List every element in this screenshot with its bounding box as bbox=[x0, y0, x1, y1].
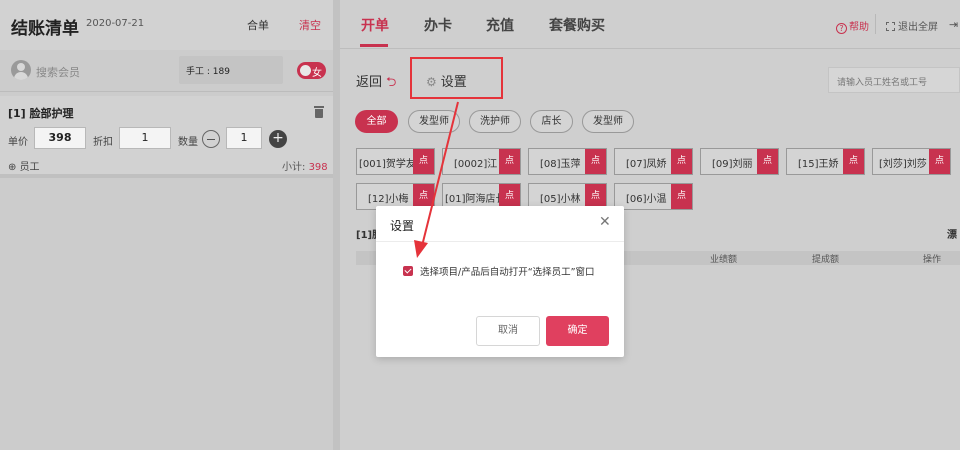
dialog-title: 设置 bbox=[390, 219, 415, 233]
staff-name: [0002]江 bbox=[454, 159, 498, 170]
checkout-header: 结账清单 2020-07-21 合单 清空 bbox=[0, 0, 333, 50]
toggle-knob-icon bbox=[300, 65, 311, 76]
staff-chip[interactable]: [07]凤娇点 bbox=[614, 148, 693, 175]
staff-pick-button[interactable]: 点 bbox=[843, 149, 864, 174]
gender-label: 女 bbox=[312, 68, 322, 79]
cancel-button[interactable]: 取消 bbox=[476, 316, 540, 346]
increase-quantity-button[interactable]: + bbox=[269, 130, 287, 148]
filter-stylist-2[interactable]: 发型师 bbox=[582, 110, 634, 133]
quantity-label: 数量 bbox=[178, 137, 198, 148]
tab-recharge[interactable]: 充值 bbox=[486, 15, 514, 35]
staff-name: [15]王娇 bbox=[798, 159, 839, 170]
order-item-card: [1] 脸部护理 单价 398 折扣 1 数量 1 + ⊕ 员工 小计: 398 bbox=[0, 96, 333, 178]
tab-package[interactable]: 套餐购买 bbox=[549, 15, 605, 35]
active-tab-indicator bbox=[360, 44, 388, 47]
tab-open-order[interactable]: 开单 bbox=[361, 15, 389, 35]
staff-pick-button[interactable]: 点 bbox=[413, 149, 434, 174]
column-action: 操作 bbox=[923, 255, 942, 265]
member-search-input[interactable]: 搜索会员 bbox=[36, 64, 80, 80]
arrow-right-icon[interactable]: ⇥ bbox=[949, 18, 958, 31]
staff-name: [01]阿海店长 bbox=[445, 194, 506, 205]
subtotal: 小计: 398 bbox=[282, 158, 328, 173]
filter-washer[interactable]: 洗护师 bbox=[469, 110, 521, 133]
staff-name: [001]贺学友 bbox=[359, 159, 416, 170]
staff-pick-button[interactable]: 点 bbox=[757, 149, 778, 174]
settings-dialog: 设置 ✕ 选择项目/产品后自动打开“选择员工”窗口 取消 确定 bbox=[376, 206, 624, 357]
checkout-panel: 结账清单 2020-07-21 合单 清空 搜索会员 手工 : 189 女 [1… bbox=[0, 0, 333, 450]
merge-order-button[interactable]: 合单 bbox=[247, 17, 269, 33]
help-label: 帮助 bbox=[849, 22, 869, 33]
staff-pick-button[interactable]: 点 bbox=[671, 184, 692, 209]
column-performance: 业绩额 bbox=[710, 255, 738, 265]
dialog-divider bbox=[376, 241, 624, 242]
trash-icon[interactable] bbox=[314, 106, 324, 118]
column-commission: 提成额 bbox=[812, 255, 840, 265]
question-icon: ? bbox=[836, 23, 847, 34]
staff-chip[interactable]: [09]刘丽点 bbox=[700, 148, 779, 175]
tab-card[interactable]: 办卡 bbox=[424, 15, 452, 35]
staff-name: [06]小温 bbox=[626, 194, 667, 205]
return-arrow-icon: ⮌ bbox=[386, 75, 397, 90]
staff-name: [07]凤娇 bbox=[626, 159, 667, 170]
panel-divider bbox=[333, 0, 340, 450]
auto-open-staff-label: 选择项目/产品后自动打开“选择员工”窗口 bbox=[420, 267, 595, 278]
staff-code-text: 手工 : 189 bbox=[186, 67, 230, 77]
annotation-highlight-box bbox=[410, 57, 503, 99]
staff-pick-button[interactable]: 点 bbox=[585, 149, 606, 174]
staff-name: [刘莎]刘莎 bbox=[879, 159, 927, 170]
staff-chip[interactable]: [刘莎]刘莎点 bbox=[872, 148, 951, 175]
member-row: 搜索会员 手工 : 189 女 bbox=[0, 50, 333, 92]
staff-pick-button[interactable]: 点 bbox=[671, 149, 692, 174]
auto-open-staff-checkbox[interactable] bbox=[403, 266, 413, 276]
fullscreen-icon bbox=[886, 22, 895, 31]
exit-fullscreen-button[interactable]: 退出全屏 bbox=[886, 18, 938, 33]
back-label: 返回 bbox=[356, 75, 383, 90]
close-icon[interactable]: ✕ bbox=[599, 214, 611, 230]
checkout-date: 2020-07-21 bbox=[86, 18, 145, 29]
staff-name: [08]玉萍 bbox=[540, 159, 581, 170]
staff-code-field[interactable]: 手工 : 189 bbox=[179, 56, 283, 84]
decrease-quantity-button[interactable] bbox=[202, 130, 220, 148]
staff-search-input[interactable]: 请输入员工姓名或工号 bbox=[828, 67, 960, 93]
top-nav: 开单 办卡 充值 套餐购买 ? 帮助 退出全屏 ⇥ bbox=[340, 0, 960, 49]
filter-stylist[interactable]: 发型师 bbox=[408, 110, 460, 133]
help-button[interactable]: ? 帮助 bbox=[836, 18, 869, 34]
staff-chip[interactable]: [15]王娇点 bbox=[786, 148, 865, 175]
add-staff-label: 员工 bbox=[19, 162, 40, 173]
staff-pick-button[interactable]: 点 bbox=[929, 149, 950, 174]
member-avatar-icon bbox=[11, 60, 31, 80]
filter-all[interactable]: 全部 bbox=[355, 110, 398, 133]
clear-button[interactable]: 清空 bbox=[299, 17, 321, 33]
filter-manager[interactable]: 店长 bbox=[530, 110, 573, 133]
staff-pick-button[interactable]: 点 bbox=[499, 149, 520, 174]
exit-fullscreen-label: 退出全屏 bbox=[898, 22, 938, 33]
staff-name: [09]刘丽 bbox=[712, 159, 753, 170]
gender-toggle[interactable]: 女 bbox=[297, 62, 326, 79]
staff-chip[interactable]: [0002]江点 bbox=[442, 148, 521, 175]
quantity-input[interactable]: 1 bbox=[226, 127, 262, 149]
discount-label: 折扣 bbox=[93, 137, 113, 148]
staff-chip[interactable]: [06]小温点 bbox=[614, 183, 693, 210]
edge-label: 漂 bbox=[947, 230, 957, 241]
discount-input[interactable]: 1 bbox=[119, 127, 171, 149]
confirm-button[interactable]: 确定 bbox=[546, 316, 609, 346]
back-button[interactable]: 返回 ⮌ bbox=[356, 71, 396, 95]
unit-price-label: 单价 bbox=[8, 137, 28, 148]
unit-price-input[interactable]: 398 bbox=[34, 127, 86, 149]
staff-name: [12]小梅 bbox=[368, 194, 409, 205]
add-staff-button[interactable]: ⊕ 员工 bbox=[8, 158, 40, 173]
item-name: [1] 脸部护理 bbox=[8, 107, 74, 120]
staff-chip[interactable]: [001]贺学友点 bbox=[356, 148, 435, 175]
checkout-title: 结账清单 bbox=[11, 19, 79, 39]
subtotal-value: 398 bbox=[308, 162, 328, 173]
staff-chip[interactable]: [08]玉萍点 bbox=[528, 148, 607, 175]
staff-name: [05]小林 bbox=[540, 194, 581, 205]
nav-separator bbox=[875, 14, 876, 34]
subtotal-label: 小计: bbox=[282, 162, 306, 173]
